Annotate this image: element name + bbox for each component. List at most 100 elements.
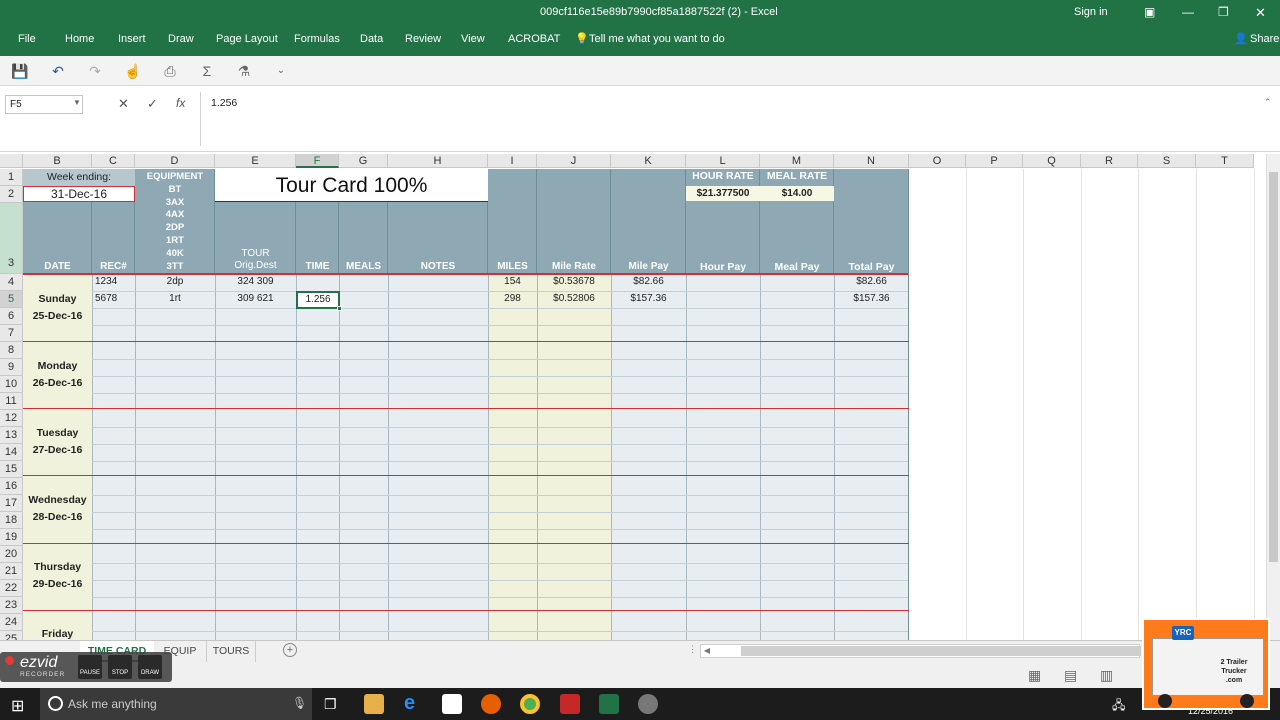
column-header[interactable]: L (686, 154, 760, 168)
collapse-formula-icon[interactable]: ⌃ (1264, 97, 1272, 108)
close-icon[interactable]: ✕ (1255, 0, 1266, 25)
column-header[interactable]: I (488, 154, 537, 168)
row-header[interactable]: 9 (0, 359, 23, 376)
column-header[interactable]: Q (1023, 154, 1081, 168)
app-taskbar-icon[interactable] (638, 694, 658, 714)
cell-tour[interactable]: 309 621 (215, 293, 296, 304)
cell-total-pay[interactable]: $157.36 (834, 293, 909, 304)
scroll-left-icon[interactable]: ◀ (701, 645, 713, 657)
cell-tour[interactable]: 324 309 (215, 276, 296, 287)
row-header[interactable]: 22 (0, 580, 23, 597)
maximize-icon[interactable]: ❐ (1218, 0, 1229, 25)
excel-taskbar-icon[interactable] (599, 694, 619, 714)
row-header[interactable]: 12 (0, 410, 23, 427)
row-header[interactable]: 21 (0, 563, 23, 580)
page-layout-view-icon[interactable]: ▤ (1064, 667, 1077, 684)
add-sheet-icon[interactable]: + (283, 643, 297, 657)
confirm-entry-icon[interactable]: ✓ (147, 96, 158, 112)
menu-acrobat[interactable]: ACROBAT (508, 25, 560, 56)
sign-in-link[interactable]: Sign in (1074, 0, 1108, 25)
store-icon[interactable] (442, 694, 462, 714)
column-header[interactable]: N (834, 154, 909, 168)
tell-me-search[interactable]: Tell me what you want to do (589, 25, 725, 56)
column-header-selected[interactable]: F (296, 154, 339, 168)
menu-home[interactable]: Home (65, 25, 94, 56)
cell-miles[interactable]: 154 (488, 276, 537, 287)
share-button[interactable]: Share (1250, 25, 1279, 56)
column-header[interactable]: S (1138, 154, 1196, 168)
cell-mile-pay[interactable]: $157.36 (611, 293, 686, 304)
column-header[interactable]: O (909, 154, 966, 168)
horizontal-scroll-thumb[interactable] (741, 646, 1141, 656)
cell-mile-rate[interactable]: $0.53678 (537, 276, 611, 287)
cell-rec[interactable]: 5678 (95, 293, 135, 304)
row-header[interactable]: 25 (0, 631, 23, 640)
print-preview-icon[interactable]: ⎙ (161, 62, 179, 80)
formula-input[interactable]: 1.256 (200, 92, 1262, 146)
autosum-icon[interactable]: Σ (198, 62, 216, 80)
column-header[interactable]: B (23, 154, 92, 168)
redo-icon[interactable]: ↷ (86, 62, 104, 80)
menu-review[interactable]: Review (405, 25, 441, 56)
worksheet-grid[interactable]: B C D E F G H I J K L M N O P Q R S T 1 … (0, 154, 1266, 640)
column-header[interactable]: M (760, 154, 834, 168)
menu-formulas[interactable]: Formulas (294, 25, 340, 56)
menu-view[interactable]: View (461, 25, 485, 56)
meal-rate-value[interactable]: $14.00 (760, 186, 834, 201)
column-header[interactable]: H (388, 154, 488, 168)
cell-miles[interactable]: 298 (488, 293, 537, 304)
task-view-icon[interactable]: ❐ (324, 696, 337, 713)
column-header[interactable]: J (537, 154, 611, 168)
tab-tours[interactable]: TOURS (206, 641, 256, 662)
insert-function-icon[interactable]: fx (176, 96, 185, 110)
cell-total-pay[interactable]: $82.66 (834, 276, 909, 287)
row-header[interactable]: 23 (0, 597, 23, 614)
row-header[interactable]: 11 (0, 393, 23, 410)
row-header[interactable]: 6 (0, 308, 23, 325)
row-header[interactable]: 1 (0, 169, 23, 186)
split-handle-icon[interactable]: ⋮ (688, 644, 697, 655)
row-header-selected[interactable]: 5 (0, 291, 23, 308)
horizontal-scrollbar[interactable]: ◀ (700, 644, 1141, 658)
normal-view-icon[interactable]: ▦ (1028, 667, 1041, 684)
row-header[interactable]: 16 (0, 478, 23, 495)
minimize-icon[interactable]: — (1182, 0, 1194, 25)
menu-insert[interactable]: Insert (118, 25, 146, 56)
row-header[interactable]: 15 (0, 461, 23, 478)
cell-rec[interactable]: 1234 (95, 276, 135, 287)
row-header[interactable]: 24 (0, 614, 23, 631)
row-header[interactable]: 19 (0, 529, 23, 546)
column-header[interactable]: K (611, 154, 686, 168)
touch-mode-icon[interactable]: ☝ (124, 62, 142, 80)
column-header[interactable]: P (966, 154, 1023, 168)
name-box[interactable]: F5 (5, 95, 83, 114)
row-header[interactable]: 17 (0, 495, 23, 512)
row-header[interactable]: 2 (0, 186, 23, 203)
ribbon-display-icon[interactable]: ▣ (1144, 0, 1155, 25)
row-header[interactable]: 4 (0, 274, 23, 291)
column-header[interactable]: D (135, 154, 215, 168)
row-header[interactable]: 13 (0, 427, 23, 444)
ezvid-stop-button[interactable]: STOP (108, 655, 132, 679)
menu-data[interactable]: Data (360, 25, 383, 56)
customize-qat-icon[interactable]: ⌄ (272, 62, 290, 80)
ezvid-pause-button[interactable]: PAUSE (78, 655, 102, 679)
vertical-scroll-thumb[interactable] (1269, 172, 1278, 562)
microphone-icon[interactable]: 🎙 (292, 696, 307, 710)
menu-file[interactable]: File (18, 25, 36, 56)
chrome-icon[interactable] (520, 694, 540, 714)
save-icon[interactable]: 💾 (11, 62, 29, 80)
row-header[interactable]: 10 (0, 376, 23, 393)
windows-start-icon[interactable]: ⊞ (11, 696, 24, 716)
row-header[interactable]: 3 (0, 203, 23, 274)
cell-equip[interactable]: 1rt (135, 293, 215, 304)
cortana-search[interactable]: Ask me anything 🎙 (40, 688, 312, 720)
fill-handle[interactable] (337, 306, 342, 311)
network-icon[interactable]: 🖧 (1112, 696, 1125, 717)
edge-icon[interactable]: e (404, 692, 415, 715)
undo-icon[interactable]: ↶ (49, 62, 67, 80)
vertical-scrollbar[interactable] (1266, 154, 1280, 640)
column-header[interactable]: E (215, 154, 296, 168)
cell-equip[interactable]: 2dp (135, 276, 215, 287)
filter-icon[interactable]: ⚗ (235, 62, 253, 80)
